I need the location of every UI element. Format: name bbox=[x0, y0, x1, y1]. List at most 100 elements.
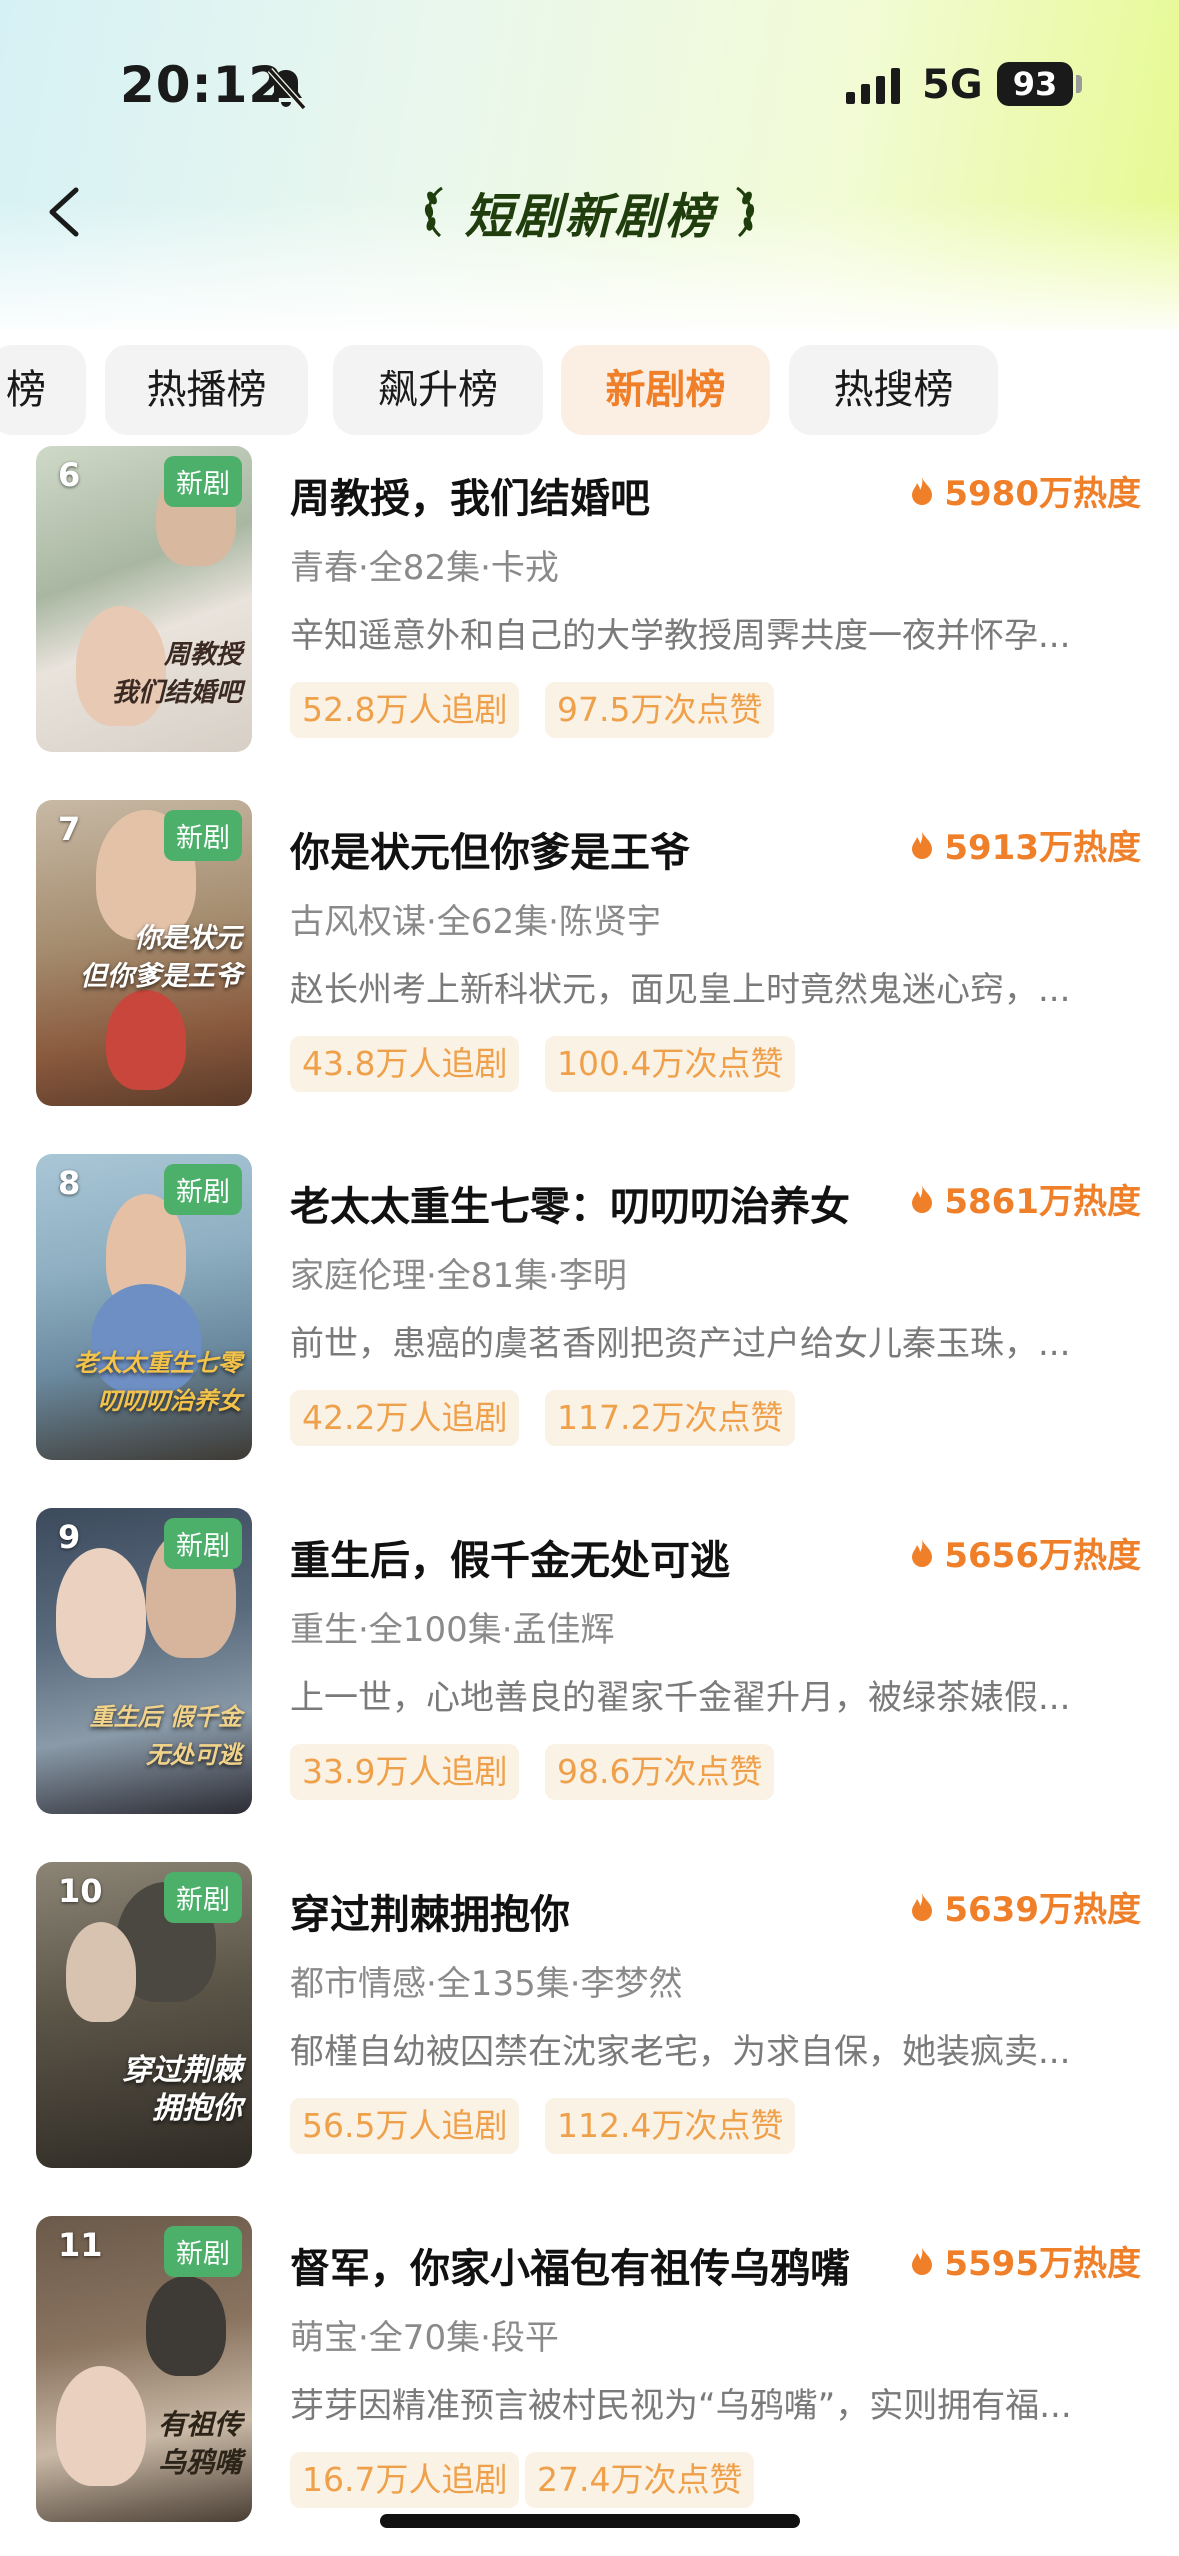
likes-tag: 98.6万次点赞 bbox=[545, 1744, 775, 1800]
likes-tag: 117.2万次点赞 bbox=[545, 1390, 796, 1446]
likes-tag: 112.4万次点赞 bbox=[545, 2098, 796, 2154]
poster-title: 穿过荆棘 拥抱你 bbox=[122, 2053, 242, 2126]
rank-number: 6 bbox=[58, 456, 81, 494]
drama-meta: 都市情感·全135集·李梦然 bbox=[290, 1964, 683, 2004]
laurel-right-icon bbox=[735, 186, 754, 238]
heat-score: 5639万热度 bbox=[910, 1882, 1141, 1931]
list-item[interactable]: 7 新剧 你是状元 但你爹是王爷 你是状元但你爹是王爷 5913万热度 古风权谋… bbox=[0, 800, 1179, 1106]
drama-poster[interactable]: 8 新剧 老太太重生七零 叨叨叨治养女 bbox=[36, 1154, 252, 1460]
page-title-bar: 短剧新剧榜 bbox=[0, 172, 1179, 252]
poster-figure bbox=[106, 990, 186, 1090]
rank-number: 9 bbox=[58, 1518, 81, 1556]
drama-poster[interactable]: 9 新剧 重生后 假千金 无处可逃 bbox=[36, 1508, 252, 1814]
heat-score: 5861万热度 bbox=[910, 1174, 1141, 1223]
new-badge: 新剧 bbox=[164, 2226, 242, 2277]
flame-icon bbox=[912, 1892, 933, 1921]
heat-value: 5639万热度 bbox=[944, 1890, 1141, 1930]
list-item[interactable]: 8 新剧 老太太重生七零 叨叨叨治养女 老太太重生七零：叨叨叨治养女 5861万… bbox=[0, 1154, 1179, 1460]
drama-title[interactable]: 穿过荆棘拥抱你 bbox=[290, 1882, 570, 1940]
network-type: 5G bbox=[922, 62, 983, 108]
rank-number: 7 bbox=[58, 810, 81, 848]
list-item[interactable]: 9 新剧 重生后 假千金 无处可逃 重生后，假千金无处可逃 5656万热度 重生… bbox=[0, 1508, 1179, 1814]
battery-indicator: 93 bbox=[997, 62, 1073, 106]
drama-meta: 家庭伦理·全81集·李明 bbox=[290, 1256, 627, 1296]
followers-tag: 43.8万人追剧 bbox=[290, 1036, 520, 1092]
followers-tag: 33.9万人追剧 bbox=[290, 1744, 520, 1800]
list-item[interactable]: 10 新剧 穿过荆棘 拥抱你 穿过荆棘拥抱你 5639万热度 都市情感·全135… bbox=[0, 1862, 1179, 2168]
status-time: 20:12 bbox=[120, 56, 285, 114]
poster-title: 你是状元 但你爹是王爷 bbox=[80, 923, 242, 992]
new-badge: 新剧 bbox=[164, 456, 242, 507]
list-item[interactable]: 6 新剧 周教授 我们结婚吧 周教授，我们结婚吧 5980万热度 青春·全82集… bbox=[0, 446, 1179, 752]
heat-score: 5980万热度 bbox=[910, 466, 1141, 515]
drama-title[interactable]: 周教授，我们结婚吧 bbox=[290, 466, 650, 524]
drama-description: 前世，患癌的虞茗香刚把资产过户给女儿秦玉珠，... bbox=[290, 1324, 1071, 1364]
flame-icon bbox=[912, 476, 933, 505]
flame-icon bbox=[912, 830, 933, 859]
drama-meta: 重生·全100集·孟佳辉 bbox=[290, 1610, 615, 1650]
heat-value: 5595万热度 bbox=[944, 2244, 1141, 2284]
drama-description: 赵长州考上新科状元，面见皇上时竟然鬼迷心窍，... bbox=[290, 970, 1071, 1010]
likes-tag: 27.4万次点赞 bbox=[525, 2452, 755, 2508]
bell-off-icon bbox=[267, 67, 307, 111]
heat-value: 5913万热度 bbox=[944, 828, 1141, 868]
new-badge: 新剧 bbox=[164, 1164, 242, 1215]
poster-title: 有祖传 乌鸦嘴 bbox=[157, 2408, 242, 2479]
flame-icon bbox=[912, 1538, 933, 1567]
likes-tag: 97.5万次点赞 bbox=[545, 682, 775, 738]
drama-meta: 古风权谋·全62集·陈贤宇 bbox=[290, 902, 661, 942]
heat-value: 5980万热度 bbox=[944, 474, 1141, 514]
drama-description: 郁槿自幼被囚禁在沈家老宅，为求自保，她装疯卖... bbox=[290, 2032, 1071, 2072]
rank-number: 10 bbox=[58, 1872, 103, 1910]
drama-title[interactable]: 老太太重生七零：叨叨叨治养女 bbox=[290, 1174, 850, 1232]
drama-description: 芽芽因精准预言被村民视为“乌鸦嘴”，实则拥有福... bbox=[290, 2386, 1072, 2426]
rank-number: 11 bbox=[58, 2226, 103, 2264]
flame-icon bbox=[912, 1184, 933, 1213]
drama-title[interactable]: 你是状元但你爹是王爷 bbox=[290, 820, 690, 878]
new-badge: 新剧 bbox=[164, 1872, 242, 1923]
tab-hot-search[interactable]: 热搜榜 bbox=[789, 345, 998, 435]
drama-poster[interactable]: 10 新剧 穿过荆棘 拥抱你 bbox=[36, 1862, 252, 2168]
followers-tag: 56.5万人追剧 bbox=[290, 2098, 520, 2154]
followers-tag: 42.2万人追剧 bbox=[290, 1390, 520, 1446]
flame-icon bbox=[912, 2246, 933, 2275]
drama-title[interactable]: 督军，你家小福包有祖传乌鸦嘴 bbox=[290, 2236, 850, 2294]
tab-partial[interactable]: 榜 bbox=[0, 345, 86, 435]
new-badge: 新剧 bbox=[164, 1518, 242, 1569]
status-bar: 20:12 5G 93 bbox=[0, 0, 1179, 150]
list-item[interactable]: 11 新剧 有祖传 乌鸦嘴 督军，你家小福包有祖传乌鸦嘴 5595万热度 萌宝·… bbox=[0, 2216, 1179, 2522]
drama-poster[interactable]: 7 新剧 你是状元 但你爹是王爷 bbox=[36, 800, 252, 1106]
drama-meta: 青春·全82集·卡戎 bbox=[290, 548, 559, 588]
tab-hot-play[interactable]: 热播榜 bbox=[105, 345, 308, 435]
page-title: 短剧新剧榜 bbox=[464, 189, 715, 245]
poster-title: 周教授 我们结婚吧 bbox=[111, 640, 242, 708]
drama-description: 辛知遥意外和自己的大学教授周霁共度一夜并怀孕... bbox=[290, 616, 1071, 656]
heat-score: 5656万热度 bbox=[910, 1528, 1141, 1577]
drama-poster[interactable]: 11 新剧 有祖传 乌鸦嘴 bbox=[36, 2216, 252, 2522]
poster-figure bbox=[66, 1922, 136, 2022]
home-indicator[interactable] bbox=[380, 2514, 800, 2528]
followers-tag: 52.8万人追剧 bbox=[290, 682, 520, 738]
heat-value: 5861万热度 bbox=[944, 1182, 1141, 1222]
followers-tag: 16.7万人追剧 bbox=[290, 2452, 520, 2508]
new-badge: 新剧 bbox=[164, 810, 242, 861]
poster-figure bbox=[56, 1548, 146, 1678]
poster-figure bbox=[146, 2276, 226, 2376]
signal-icon bbox=[846, 68, 900, 104]
rank-number: 8 bbox=[58, 1164, 81, 1202]
tab-new-drama[interactable]: 新剧榜 bbox=[561, 345, 770, 435]
battery-cap bbox=[1076, 75, 1082, 93]
poster-title: 老太太重生七零 叨叨叨治养女 bbox=[74, 1348, 242, 1415]
drama-poster[interactable]: 6 新剧 周教授 我们结婚吧 bbox=[36, 446, 252, 752]
drama-meta: 萌宝·全70集·段平 bbox=[290, 2318, 559, 2358]
laurel-left-icon bbox=[425, 186, 444, 238]
ranking-tabs: 榜 热播榜 飙升榜 新剧榜 热搜榜 bbox=[0, 345, 1179, 435]
poster-title: 重生后 假千金 无处可逃 bbox=[89, 1702, 242, 1769]
heat-score: 5913万热度 bbox=[910, 820, 1141, 869]
drama-description: 上一世，心地善良的翟家千金翟升月，被绿茶婊假... bbox=[290, 1678, 1071, 1718]
drama-title[interactable]: 重生后，假千金无处可逃 bbox=[290, 1528, 730, 1586]
heat-score: 5595万热度 bbox=[910, 2236, 1141, 2285]
likes-tag: 100.4万次点赞 bbox=[545, 1036, 796, 1092]
tab-rising[interactable]: 飙升榜 bbox=[333, 345, 543, 435]
heat-value: 5656万热度 bbox=[944, 1536, 1141, 1576]
